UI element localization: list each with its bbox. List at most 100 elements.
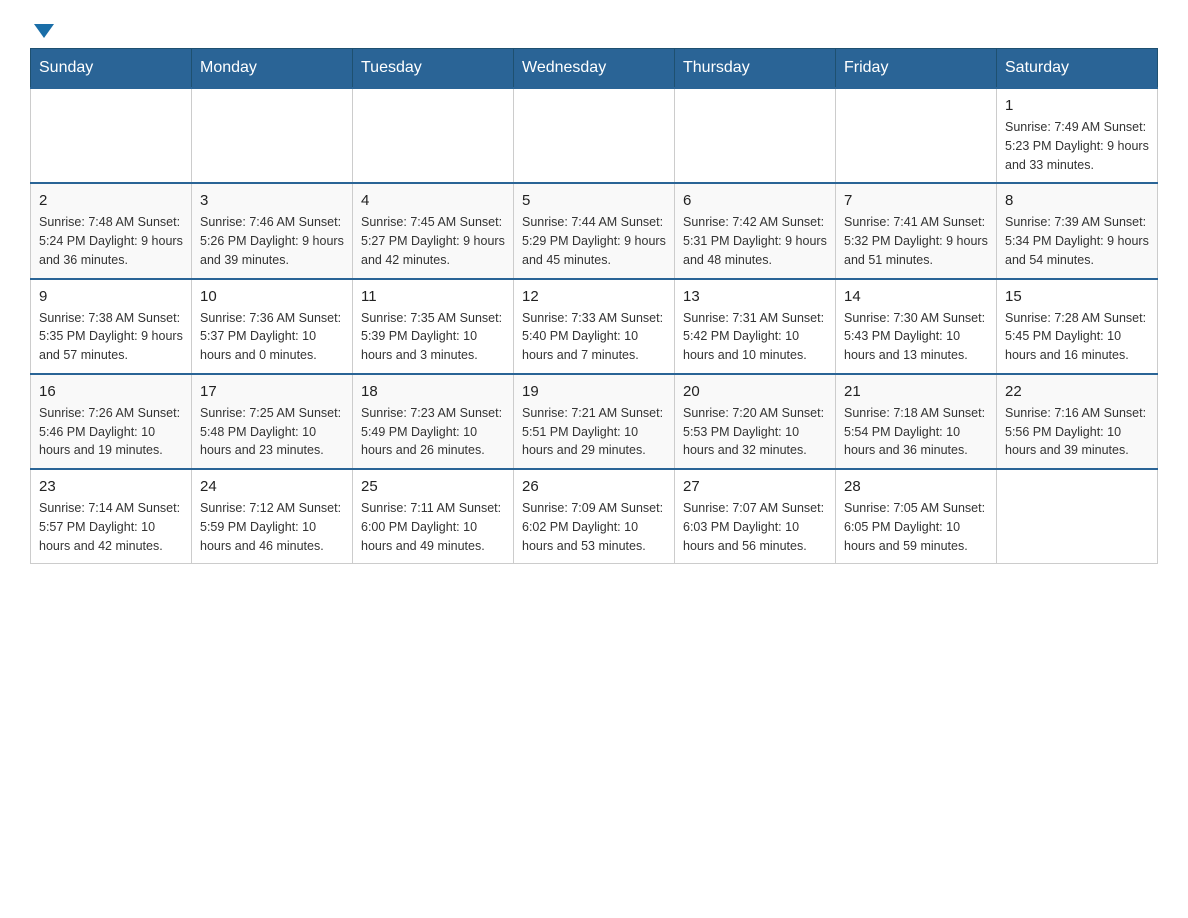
day-info: Sunrise: 7:20 AM Sunset: 5:53 PM Dayligh…: [683, 404, 827, 460]
day-number: 8: [1005, 192, 1149, 209]
day-info: Sunrise: 7:48 AM Sunset: 5:24 PM Dayligh…: [39, 213, 183, 269]
day-number: 21: [844, 383, 988, 400]
week-row-2: 2 Sunrise: 7:48 AM Sunset: 5:24 PM Daylig…: [31, 183, 1158, 278]
logo: [30, 20, 54, 38]
day-info: Sunrise: 7:46 AM Sunset: 5:26 PM Dayligh…: [200, 213, 344, 269]
day-cell: [514, 88, 675, 183]
day-cell: 17 Sunrise: 7:25 AM Sunset: 5:48 PM Dayli…: [192, 374, 353, 469]
day-cell: 10Sunrise: 7:36 AM Sunset: 5:37 PM Dayli…: [192, 279, 353, 374]
day-info: Sunrise: 7:18 AM Sunset: 5:54 PM Dayligh…: [844, 404, 988, 460]
day-number: 14: [844, 288, 988, 305]
day-cell: 27 Sunrise: 7:07 AM Sunset: 6:03 PM Dayli…: [675, 469, 836, 564]
day-cell: 4 Sunrise: 7:45 AM Sunset: 5:27 PM Daylig…: [353, 183, 514, 278]
day-number: 1: [1005, 97, 1149, 114]
day-info: Sunrise: 7:42 AM Sunset: 5:31 PM Dayligh…: [683, 213, 827, 269]
day-cell: 1 Sunrise: 7:49 AM Sunset: 5:23 PM Daylig…: [997, 88, 1158, 183]
day-number: 13: [683, 288, 827, 305]
day-number: 7: [844, 192, 988, 209]
day-number: 15: [1005, 288, 1149, 305]
day-info: Sunrise: 7:33 AM Sunset: 5:40 PM Dayligh…: [522, 309, 666, 365]
day-number: 16: [39, 383, 183, 400]
day-cell: 14 Sunrise: 7:30 AM Sunset: 5:43 PM Dayli…: [836, 279, 997, 374]
day-cell: 2 Sunrise: 7:48 AM Sunset: 5:24 PM Daylig…: [31, 183, 192, 278]
day-number: 28: [844, 478, 988, 495]
day-cell: 21 Sunrise: 7:18 AM Sunset: 5:54 PM Dayli…: [836, 374, 997, 469]
day-number: 20: [683, 383, 827, 400]
day-info: Sunrise: 7:05 AM Sunset: 6:05 PM Dayligh…: [844, 499, 988, 555]
day-cell: 5 Sunrise: 7:44 AM Sunset: 5:29 PM Daylig…: [514, 183, 675, 278]
day-info: Sunrise: 7:44 AM Sunset: 5:29 PM Dayligh…: [522, 213, 666, 269]
day-info: Sunrise: 7:12 AM Sunset: 5:59 PM Dayligh…: [200, 499, 344, 555]
page-header: [30, 20, 1158, 38]
day-info: Sunrise: 7:36 AM Sunset: 5:37 PM Dayligh…: [200, 309, 344, 365]
day-cell: 16 Sunrise: 7:26 AM Sunset: 5:46 PM Dayli…: [31, 374, 192, 469]
week-row-3: 9 Sunrise: 7:38 AM Sunset: 5:35 PM Daylig…: [31, 279, 1158, 374]
day-cell: [192, 88, 353, 183]
day-number: 4: [361, 192, 505, 209]
week-row-4: 16 Sunrise: 7:26 AM Sunset: 5:46 PM Dayli…: [31, 374, 1158, 469]
day-number: 22: [1005, 383, 1149, 400]
day-cell: 9 Sunrise: 7:38 AM Sunset: 5:35 PM Daylig…: [31, 279, 192, 374]
day-cell: 11 Sunrise: 7:35 AM Sunset: 5:39 PM Dayli…: [353, 279, 514, 374]
day-number: 25: [361, 478, 505, 495]
day-number: 19: [522, 383, 666, 400]
day-cell: [31, 88, 192, 183]
day-cell: [997, 469, 1158, 564]
day-cell: 13 Sunrise: 7:31 AM Sunset: 5:42 PM Dayli…: [675, 279, 836, 374]
day-cell: 8 Sunrise: 7:39 AM Sunset: 5:34 PM Daylig…: [997, 183, 1158, 278]
day-info: Sunrise: 7:16 AM Sunset: 5:56 PM Dayligh…: [1005, 404, 1149, 460]
day-cell: 12 Sunrise: 7:33 AM Sunset: 5:40 PM Dayli…: [514, 279, 675, 374]
day-info: Sunrise: 7:11 AM Sunset: 6:00 PM Dayligh…: [361, 499, 505, 555]
weekday-header-thursday: Thursday: [675, 49, 836, 89]
weekday-header-wednesday: Wednesday: [514, 49, 675, 89]
day-info: Sunrise: 7:45 AM Sunset: 5:27 PM Dayligh…: [361, 213, 505, 269]
day-number: 2: [39, 192, 183, 209]
calendar-table: SundayMondayTuesdayWednesdayThursdayFrid…: [30, 48, 1158, 564]
day-cell: 23 Sunrise: 7:14 AM Sunset: 5:57 PM Dayli…: [31, 469, 192, 564]
day-number: 18: [361, 383, 505, 400]
week-row-5: 23 Sunrise: 7:14 AM Sunset: 5:57 PM Dayli…: [31, 469, 1158, 564]
weekday-header-friday: Friday: [836, 49, 997, 89]
day-info: Sunrise: 7:23 AM Sunset: 5:49 PM Dayligh…: [361, 404, 505, 460]
day-cell: 3 Sunrise: 7:46 AM Sunset: 5:26 PM Daylig…: [192, 183, 353, 278]
day-number: 27: [683, 478, 827, 495]
day-cell: 15Sunrise: 7:28 AM Sunset: 5:45 PM Dayli…: [997, 279, 1158, 374]
weekday-header-sunday: Sunday: [31, 49, 192, 89]
day-cell: 19 Sunrise: 7:21 AM Sunset: 5:51 PM Dayli…: [514, 374, 675, 469]
day-info: Sunrise: 7:21 AM Sunset: 5:51 PM Dayligh…: [522, 404, 666, 460]
day-number: 17: [200, 383, 344, 400]
day-info: Sunrise: 7:14 AM Sunset: 5:57 PM Dayligh…: [39, 499, 183, 555]
day-info: Sunrise: 7:30 AM Sunset: 5:43 PM Dayligh…: [844, 309, 988, 365]
day-info: Sunrise: 7:39 AM Sunset: 5:34 PM Dayligh…: [1005, 213, 1149, 269]
day-cell: 22 Sunrise: 7:16 AM Sunset: 5:56 PM Dayli…: [997, 374, 1158, 469]
day-info: Sunrise: 7:25 AM Sunset: 5:48 PM Dayligh…: [200, 404, 344, 460]
weekday-header-tuesday: Tuesday: [353, 49, 514, 89]
day-number: 9: [39, 288, 183, 305]
day-number: 11: [361, 288, 505, 305]
weekday-header-saturday: Saturday: [997, 49, 1158, 89]
day-number: 24: [200, 478, 344, 495]
weekday-header-monday: Monday: [192, 49, 353, 89]
day-info: Sunrise: 7:07 AM Sunset: 6:03 PM Dayligh…: [683, 499, 827, 555]
day-cell: 7 Sunrise: 7:41 AM Sunset: 5:32 PM Daylig…: [836, 183, 997, 278]
day-number: 26: [522, 478, 666, 495]
day-number: 6: [683, 192, 827, 209]
day-info: Sunrise: 7:09 AM Sunset: 6:02 PM Dayligh…: [522, 499, 666, 555]
day-info: Sunrise: 7:35 AM Sunset: 5:39 PM Dayligh…: [361, 309, 505, 365]
day-info: Sunrise: 7:41 AM Sunset: 5:32 PM Dayligh…: [844, 213, 988, 269]
day-cell: 6 Sunrise: 7:42 AM Sunset: 5:31 PM Daylig…: [675, 183, 836, 278]
day-info: Sunrise: 7:26 AM Sunset: 5:46 PM Dayligh…: [39, 404, 183, 460]
day-number: 12: [522, 288, 666, 305]
day-info: Sunrise: 7:31 AM Sunset: 5:42 PM Dayligh…: [683, 309, 827, 365]
day-cell: 25 Sunrise: 7:11 AM Sunset: 6:00 PM Dayli…: [353, 469, 514, 564]
day-number: 3: [200, 192, 344, 209]
day-cell: 24 Sunrise: 7:12 AM Sunset: 5:59 PM Dayli…: [192, 469, 353, 564]
day-info: Sunrise: 7:49 AM Sunset: 5:23 PM Dayligh…: [1005, 118, 1149, 174]
day-number: 5: [522, 192, 666, 209]
day-cell: [353, 88, 514, 183]
logo-arrow-icon: [34, 24, 54, 38]
day-number: 23: [39, 478, 183, 495]
day-cell: [675, 88, 836, 183]
day-cell: 18 Sunrise: 7:23 AM Sunset: 5:49 PM Dayli…: [353, 374, 514, 469]
day-info: Sunrise: 7:38 AM Sunset: 5:35 PM Dayligh…: [39, 309, 183, 365]
